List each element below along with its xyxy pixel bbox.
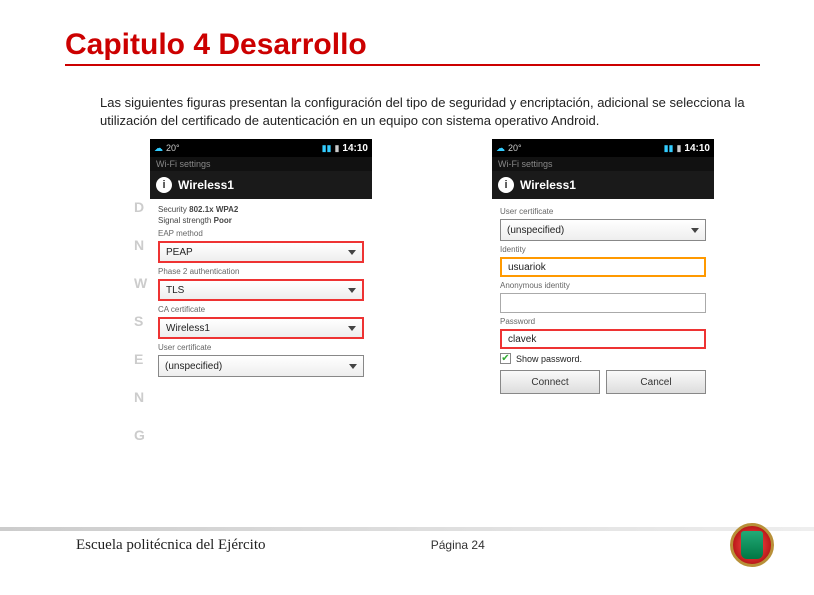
identity-label: Identity [500,245,706,254]
connect-button[interactable]: Connect [500,370,600,394]
phase2-label: Phase 2 authentication [158,267,364,276]
anon-label: Anonymous identity [500,281,706,290]
ca-dropdown[interactable]: Wireless1 [158,317,364,339]
temperature: 20° [508,143,522,153]
chevron-down-icon [348,288,356,293]
eap-label: EAP method [158,229,364,238]
usercert-label: User certificate [158,343,364,352]
usercert-label: User certificate [500,207,706,216]
show-password-label: Show password. [516,354,582,364]
chevron-down-icon [691,228,699,233]
cancel-button[interactable]: Cancel [606,370,706,394]
chevron-down-icon [348,326,356,331]
status-bar: ☁20° ▮▮▮14:10 [150,139,372,157]
weather-icon: ☁ [496,143,505,154]
password-input[interactable]: clavek [500,329,706,349]
chevron-down-icon [349,364,357,369]
signal-icon: ▮▮ [322,143,332,154]
page-title: Capitulo 4 Desarrollo [65,28,814,62]
battery-icon: ▮ [334,143,339,154]
show-password-row[interactable]: ✔ Show password. [500,353,706,364]
network-name: Wireless1 [178,178,234,192]
section-header: Wi-Fi settings [492,157,714,171]
dialog-title-row: i Wireless1 [492,171,714,199]
info-icon: i [498,177,514,193]
signal-row: Signal strength Poor [158,216,364,225]
phase2-dropdown[interactable]: TLS [158,279,364,301]
battery-icon: ▮ [676,143,681,154]
ca-label: CA certificate [158,305,364,314]
section-header: Wi-Fi settings [150,157,372,171]
identity-input[interactable]: usuariok [500,257,706,277]
phone-screenshot-left: ☁20° ▮▮▮14:10 Wi-Fi settings i Wireless1… [150,139,372,384]
network-name: Wireless1 [520,178,576,192]
checkbox-icon[interactable]: ✔ [500,353,511,364]
anon-input[interactable] [500,293,706,313]
weather-icon: ☁ [154,143,163,154]
phone-screenshot-right: ☁20° ▮▮▮14:10 Wi-Fi settings i Wireless1… [492,139,714,398]
password-label: Password [500,317,706,326]
title-underline [65,64,760,66]
clock: 14:10 [342,143,368,154]
status-bar: ☁20° ▮▮▮14:10 [492,139,714,157]
school-logo [730,523,774,567]
page-number: Página 24 [431,538,485,552]
chevron-down-icon [348,250,356,255]
clock: 14:10 [684,143,710,154]
security-row: Security 802.1x WPA2 [158,205,364,214]
usercert-dropdown[interactable]: (unspecified) [500,219,706,241]
info-icon: i [156,177,172,193]
usercert-dropdown[interactable]: (unspecified) [158,355,364,377]
temperature: 20° [166,143,180,153]
eap-dropdown[interactable]: PEAP [158,241,364,263]
signal-icon: ▮▮ [664,143,674,154]
school-name: Escuela politécnica del Ejército [76,537,266,554]
dialog-title-row: i Wireless1 [150,171,372,199]
bg-letters: DNWSENG [134,199,147,443]
body-paragraph: Las siguientes figuras presentan la conf… [100,94,749,129]
